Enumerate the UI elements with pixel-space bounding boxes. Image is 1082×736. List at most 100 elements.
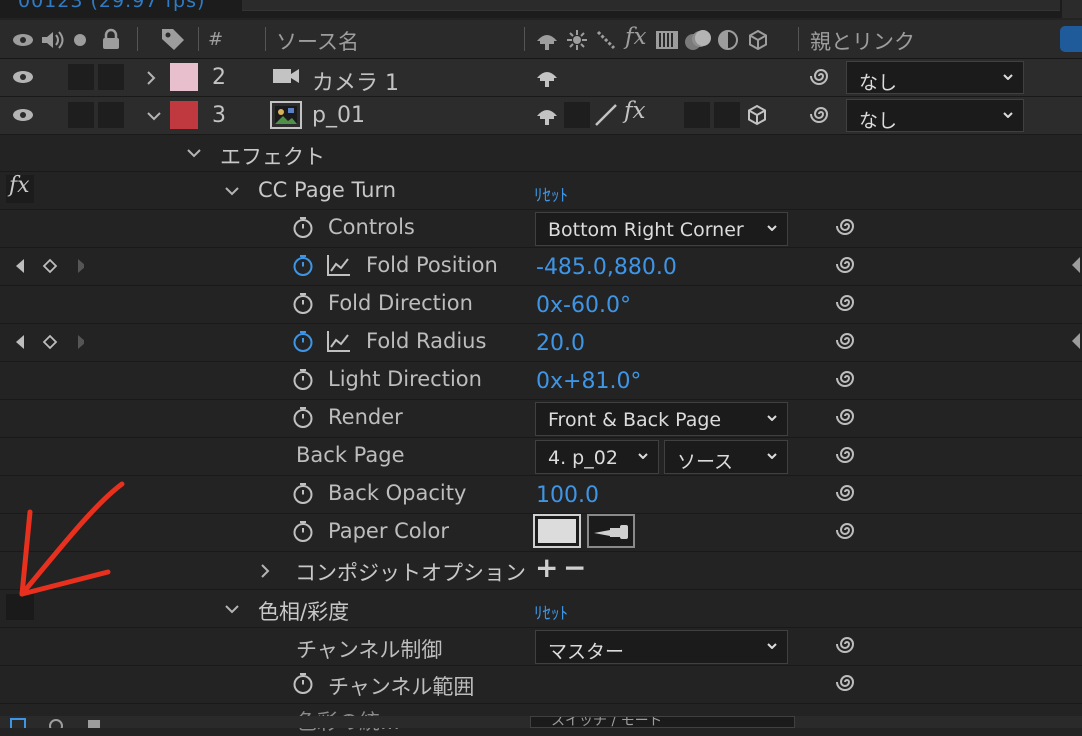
quality-icon[interactable] (595, 29, 617, 51)
controls-dropdown[interactable]: Bottom Right Corner (535, 212, 788, 246)
render-dropdown[interactable]: Front & Back Page (535, 402, 788, 436)
frame-blend-icon[interactable] (655, 29, 679, 51)
layer-row[interactable]: 3 p_01 fx なし (0, 97, 1082, 134)
collapse-toggle[interactable] (564, 102, 590, 128)
parent-dropdown[interactable]: なし (846, 99, 1024, 132)
timecode[interactable]: 00123 (29.97 fps) (18, 0, 205, 12)
back-opacity-value[interactable]: 100.0 (536, 483, 599, 508)
pick-whip-icon[interactable] (834, 669, 860, 695)
fold-radius-value[interactable]: 20.0 (536, 331, 585, 356)
pick-whip-icon[interactable] (834, 479, 860, 505)
layer-name[interactable]: カメラ 1 (312, 65, 399, 97)
render-time-icon[interactable] (88, 720, 100, 728)
eye-icon[interactable] (12, 70, 34, 84)
keyframe-navigator[interactable] (12, 333, 84, 351)
motion-blur-icon[interactable] (684, 28, 712, 52)
audio-toggle[interactable] (68, 64, 94, 90)
property-label: チャンネル範囲 (328, 675, 475, 699)
lock-icon[interactable] (101, 28, 121, 50)
add-mask-ref-button[interactable]: + (535, 551, 558, 584)
shy-icon[interactable] (535, 66, 559, 88)
fold-position-value[interactable]: -485.0,880.0 (536, 255, 677, 280)
pick-whip-icon[interactable] (834, 327, 860, 353)
pick-whip-icon[interactable] (834, 251, 860, 277)
reset-link[interactable]: ﾘｾｯﾄ (534, 181, 568, 206)
label-color-swatch[interactable] (170, 101, 198, 129)
chevron-down-icon[interactable] (186, 148, 202, 158)
speaker-icon[interactable] (40, 30, 64, 50)
graph-icon[interactable] (326, 253, 352, 277)
eye-icon[interactable] (12, 108, 34, 122)
composite-options-label[interactable]: コンポジットオプション (295, 557, 526, 587)
channel-control-dropdown[interactable]: マスター (535, 630, 788, 664)
audio-toggle[interactable] (68, 102, 94, 128)
adjustment-layer-icon[interactable] (717, 29, 739, 51)
parent-dropdown[interactable]: なし (846, 61, 1024, 94)
pick-whip-icon[interactable] (834, 213, 860, 239)
graph-icon[interactable] (326, 329, 352, 353)
pick-whip-icon[interactable] (834, 403, 860, 429)
property-label: Fold Position (366, 253, 498, 277)
chevron-down-icon[interactable] (146, 111, 162, 121)
pick-whip-icon[interactable] (808, 101, 834, 127)
stopwatch-icon[interactable] (292, 292, 314, 314)
stopwatch-icon[interactable] (292, 406, 314, 428)
reset-link[interactable]: ﾘｾｯﾄ (534, 599, 568, 624)
pick-whip-icon[interactable] (834, 631, 860, 657)
keyframe-navigator[interactable] (12, 257, 84, 275)
label-tag-icon[interactable] (160, 27, 186, 51)
lock-toggle[interactable] (98, 64, 124, 90)
effects-group-label[interactable]: エフェクト (220, 141, 325, 171)
eyedropper-button[interactable] (587, 514, 635, 548)
switches-mode-toggle[interactable]: スイッチ / モード (530, 716, 795, 728)
top-bar: 00123 (29.97 fps) (0, 0, 1082, 18)
solo-icon[interactable] (73, 33, 87, 47)
pick-whip-icon[interactable] (808, 63, 834, 89)
adjustment-toggle[interactable] (714, 102, 740, 128)
effect-name[interactable]: CC Page Turn (258, 178, 396, 202)
layer-switches-icon[interactable] (10, 718, 28, 728)
collapse-icon[interactable] (566, 29, 588, 51)
chevron-down-icon[interactable] (224, 604, 240, 614)
back-page-mode-dropdown[interactable]: ソース (664, 440, 788, 474)
fx-toggle-icon[interactable]: fx (624, 98, 645, 124)
motion-blur-toggle[interactable] (684, 102, 710, 128)
parent-link-column[interactable]: 親とリンク (810, 26, 915, 56)
pick-whip-icon[interactable] (834, 441, 860, 467)
remove-mask-ref-button[interactable]: − (563, 551, 586, 584)
hash-column[interactable]: # (208, 29, 223, 50)
source-name-column[interactable]: ソース名 (276, 26, 359, 56)
fold-direction-value[interactable]: 0x-60.0° (536, 293, 631, 318)
search-icon[interactable] (48, 718, 66, 728)
pick-whip-icon[interactable] (834, 365, 860, 391)
chevron-right-icon[interactable] (146, 70, 156, 86)
stopwatch-icon[interactable] (292, 672, 314, 694)
shy-icon[interactable] (535, 29, 559, 51)
chevron-right-icon[interactable] (260, 563, 270, 579)
stopwatch-icon[interactable] (292, 216, 314, 238)
effect-name[interactable]: 色相/彩度 (258, 596, 349, 626)
3d-layer-icon[interactable] (746, 104, 768, 126)
pick-whip-icon[interactable] (834, 517, 860, 543)
3d-layer-icon[interactable] (747, 29, 769, 51)
stopwatch-active-icon[interactable] (292, 254, 314, 276)
paper-color-swatch[interactable] (533, 514, 581, 548)
panel-menu-tab[interactable] (1060, 26, 1082, 52)
stopwatch-icon[interactable] (292, 368, 314, 390)
search-strip[interactable] (242, 0, 1060, 11)
quality-slash-icon[interactable] (594, 103, 618, 127)
back-page-layer-dropdown[interactable]: 4. p_02 (535, 440, 659, 474)
lock-toggle[interactable] (98, 102, 124, 128)
stopwatch-icon[interactable] (292, 520, 314, 542)
pick-whip-icon[interactable] (834, 289, 860, 315)
label-color-swatch[interactable] (170, 63, 198, 91)
eye-icon[interactable] (12, 33, 34, 47)
chevron-down-icon[interactable] (224, 186, 240, 196)
stopwatch-icon[interactable] (292, 482, 314, 504)
layer-row[interactable]: 2 カメラ 1 なし (0, 59, 1082, 96)
layer-name[interactable]: p_01 (312, 103, 365, 128)
stopwatch-active-icon[interactable] (292, 330, 314, 352)
light-direction-value[interactable]: 0x+81.0° (536, 369, 641, 394)
shy-icon[interactable] (535, 104, 559, 126)
fx-column-icon[interactable]: fx (625, 24, 646, 50)
